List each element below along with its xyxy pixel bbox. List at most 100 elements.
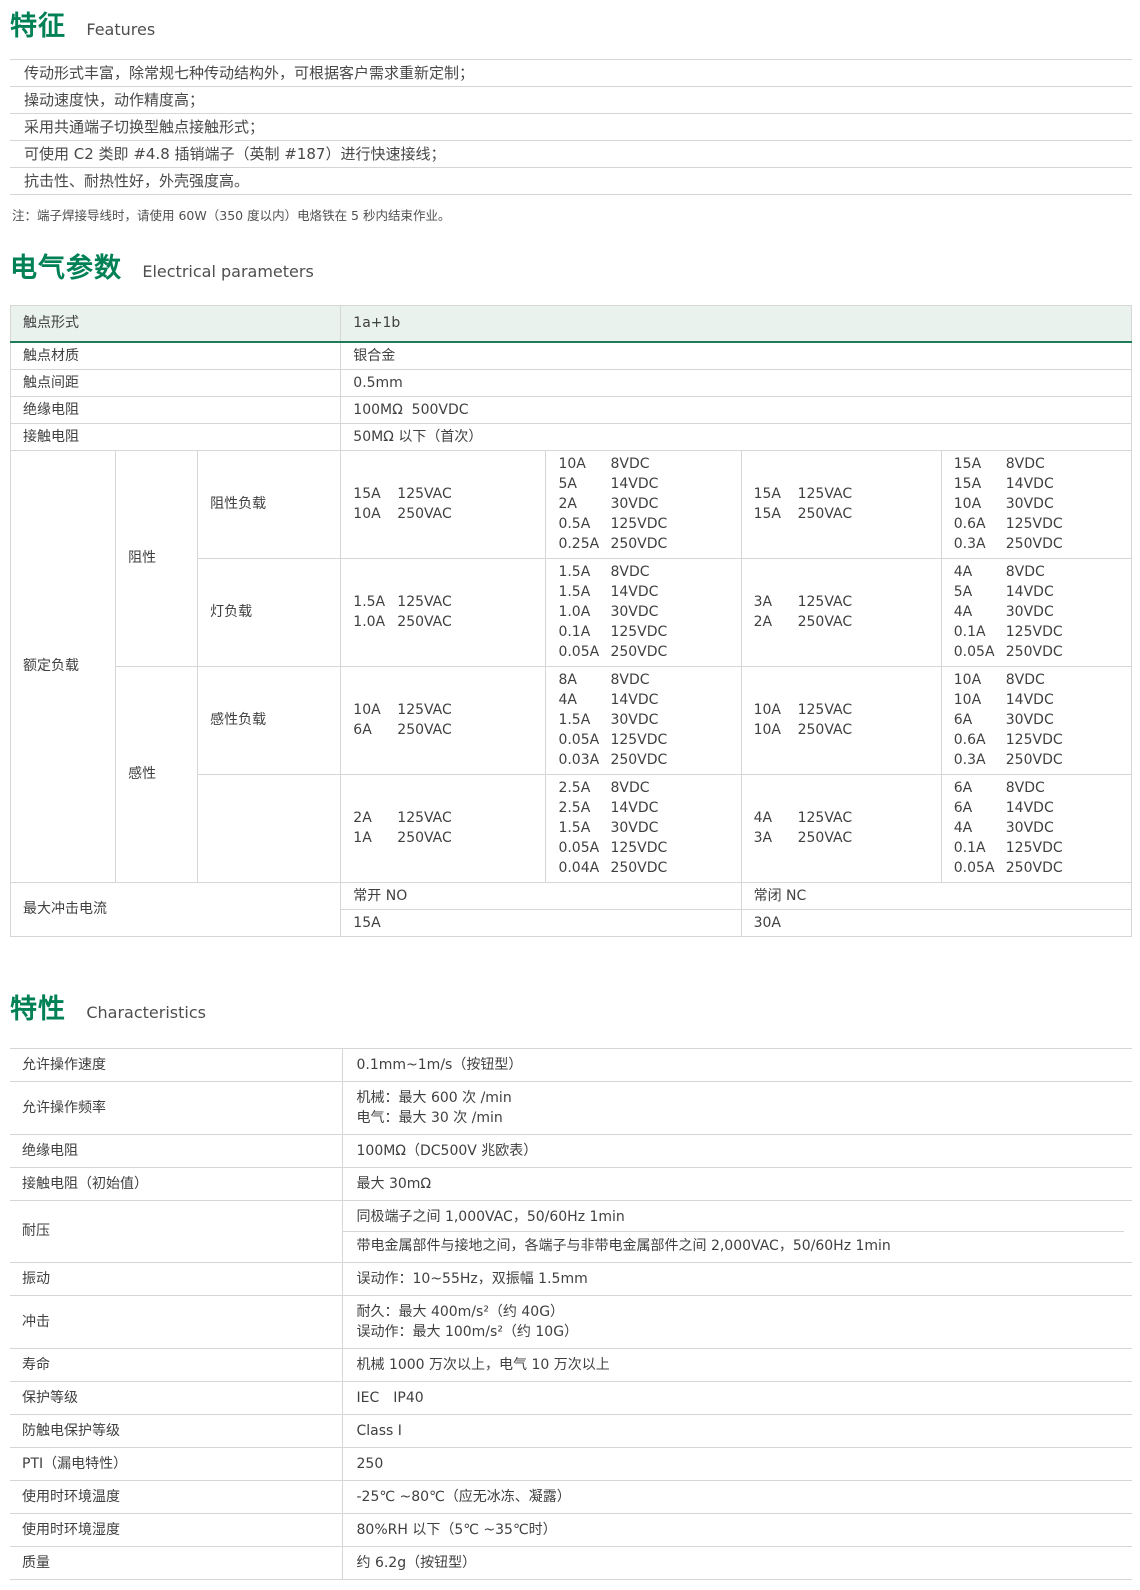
inrush-no-value: 15A [341,909,741,936]
load-type-label [198,774,341,882]
electrical-title-zh: 电气参数 [10,253,122,284]
param-label: 接触电阻 [11,423,341,450]
feature-row: 抗击性、耐热性好，外壳强度高。 [10,168,1132,195]
load-ac1-cell: 1.5A125VAC1.0A250VAC [341,558,546,666]
param-value: 0.1mm~1m/s（按钮型） [342,1048,1132,1081]
rated-load-label: 额定负载 [11,450,116,882]
characteristics-title: 特性 Characteristics [10,991,1130,1032]
solder-note: 注：端子焊接导线时，请使用 60W（350 度以内）电烙铁在 5 秒内结束作业。 [12,205,1130,224]
table-header-row: 触点形式 1a+1b [11,306,1132,342]
features-section: 特征 Features 传动形式丰富，除常规七种传动结构外，可根据客户需求重新定… [10,8,1130,224]
param-value: 100MΩ（DC500V 兆欧表） [342,1134,1132,1167]
load-ac1-cell: 2A125VAC1A250VAC [341,774,546,882]
param-label: 绝缘电阻 [10,1134,342,1167]
characteristics-title-en: Characteristics [86,1003,206,1022]
load-dc1-cell: 2.5A8VDC2.5A14VDC1.5A30VDC0.05A125VDC0.0… [546,774,741,882]
characteristics-table: 允许操作速度 0.1mm~1m/s（按钮型） 允许操作频率 机械：最大 600 … [10,1048,1132,1580]
datasheet-page: 特征 Features 传动形式丰富，除常规七种传动结构外，可根据客户需求重新定… [0,0,1140,1590]
param-value: 100MΩ 500VDC [341,396,1132,423]
inrush-no-label: 常开 NO [341,882,741,909]
table-row: 允许操作速度 0.1mm~1m/s（按钮型） [10,1048,1132,1081]
table-row: 振动 误动作：10~55Hz，双振幅 1.5mm [10,1262,1132,1295]
load-dc2-cell: 4A8VDC5A14VDC4A30VDC0.1A125VDC0.05A250VD… [941,558,1131,666]
load-dc1-cell: 10A8VDC5A14VDC2A30VDC0.5A125VDC0.25A250V… [546,450,741,558]
table-row: 耐压 同极端子之间 1,000VAC，50/60Hz 1min带电金属部件与接地… [10,1200,1132,1262]
param-value: IEC IP40 [342,1381,1132,1414]
table-row: 质量 约 6.2g（按钮型） [10,1546,1132,1579]
rated-load-row: 感性 感性负载 10A125VAC6A250VAC 8A8VDC4A14VDC1… [11,666,1132,774]
param-value: 80%RH 以下（5℃ ~35℃时） [342,1513,1132,1546]
load-dc2-cell: 10A8VDC10A14VDC6A30VDC0.6A125VDC0.3A250V… [941,666,1131,774]
param-label: 允许操作频率 [10,1081,342,1134]
param-value: 50MΩ 以下（首次） [341,423,1132,450]
load-ac2-cell: 3A125VAC2A250VAC [741,558,941,666]
param-value: -25℃ ~80℃（应无冰冻、凝露） [342,1480,1132,1513]
table-row: 寿命 机械 1000 万次以上，电气 10 万次以上 [10,1348,1132,1381]
param-label: 冲击 [10,1295,342,1348]
features-title-zh: 特征 [10,11,66,42]
feature-row: 可使用 C2 类即 #4.8 插销端子（英制 #187）进行快速接线； [10,141,1132,168]
feature-row: 操动速度快，动作精度高； [10,87,1132,114]
electrical-title: 电气参数 Electrical parameters [10,250,1130,291]
load-type-label: 感性负载 [198,666,341,774]
load-dc1-cell: 8A8VDC4A14VDC1.5A30VDC0.05A125VDC0.03A25… [546,666,741,774]
contact-form-label: 触点形式 [11,306,341,342]
feature-item: 抗击性、耐热性好，外壳强度高。 [10,168,1132,195]
characteristics-section: 特性 Characteristics 允许操作速度 0.1mm~1m/s（按钮型… [10,991,1130,1580]
param-label: 触点间距 [11,369,341,396]
contact-form-value: 1a+1b [341,306,1132,342]
param-value: 约 6.2g（按钮型） [342,1546,1132,1579]
load-ac1-cell: 10A125VAC6A250VAC [341,666,546,774]
inrush-label: 最大冲击电流 [11,882,341,936]
load-group-label: 阻性 [116,450,198,666]
table-row: 防触电保护等级 Class Ⅰ [10,1414,1132,1447]
load-ac2-cell: 4A125VAC3A250VAC [741,774,941,882]
load-ac2-cell: 10A125VAC10A250VAC [741,666,941,774]
param-value: 耐久：最大 400m/s²（约 40G）误动作：最大 100m/s²（约 10G… [342,1295,1132,1348]
load-ac1-cell: 15A125VAC10A250VAC [341,450,546,558]
electrical-title-en: Electrical parameters [142,262,313,281]
param-label: 耐压 [10,1200,342,1262]
features-table: 传动形式丰富，除常规七种传动结构外，可根据客户需求重新定制； 操动速度快，动作精… [10,59,1132,195]
load-dc1-cell: 1.5A8VDC1.5A14VDC1.0A30VDC0.1A125VDC0.05… [546,558,741,666]
feature-row: 传动形式丰富，除常规七种传动结构外，可根据客户需求重新定制； [10,60,1132,87]
param-value: 误动作：10~55Hz，双振幅 1.5mm [342,1262,1132,1295]
param-label: 保护等级 [10,1381,342,1414]
param-label: 防触电保护等级 [10,1414,342,1447]
param-label: 允许操作速度 [10,1048,342,1081]
feature-row: 采用共通端子切换型触点接触形式； [10,114,1132,141]
table-row: 绝缘电阻 100MΩ 500VDC [11,396,1132,423]
features-title-en: Features [86,20,155,39]
table-row: 使用时环境温度 -25℃ ~80℃（应无冰冻、凝露） [10,1480,1132,1513]
table-row: PTI（漏电特性） 250 [10,1447,1132,1480]
feature-item: 操动速度快，动作精度高； [10,87,1132,114]
param-label: 接触电阻（初始值） [10,1167,342,1200]
load-type-label: 阻性负载 [198,450,341,558]
feature-item: 采用共通端子切换型触点接触形式； [10,114,1132,141]
param-label: 触点材质 [11,342,341,370]
param-value: 机械：最大 600 次 /min电气：最大 30 次 /min [342,1081,1132,1134]
inrush-row: 最大冲击电流 常开 NO 常闭 NC [11,882,1132,909]
param-label: 振动 [10,1262,342,1295]
param-value: 250 [342,1447,1132,1480]
param-value: 同极端子之间 1,000VAC，50/60Hz 1min带电金属部件与接地之间，… [342,1200,1132,1262]
load-dc2-cell: 15A8VDC15A14VDC10A30VDC0.6A125VDC0.3A250… [941,450,1131,558]
inrush-nc-label: 常闭 NC [741,882,1131,909]
param-label: PTI（漏电特性） [10,1447,342,1480]
table-row: 使用时环境湿度 80%RH 以下（5℃ ~35℃时） [10,1513,1132,1546]
load-type-label: 灯负载 [198,558,341,666]
param-label: 使用时环境湿度 [10,1513,342,1546]
table-row: 触点间距 0.5mm [11,369,1132,396]
load-group-label: 感性 [116,666,198,882]
table-row: 触点材质 银合金 [11,342,1132,370]
electrical-table: 触点形式 1a+1b 触点材质 银合金 触点间距 0.5mm 绝缘电阻 100M… [10,305,1132,937]
param-label: 质量 [10,1546,342,1579]
param-value: 0.5mm [341,369,1132,396]
table-row: 接触电阻 50MΩ 以下（首次） [11,423,1132,450]
param-value: 银合金 [341,342,1132,370]
param-value: 机械 1000 万次以上，电气 10 万次以上 [342,1348,1132,1381]
feature-item: 传动形式丰富，除常规七种传动结构外，可根据客户需求重新定制； [10,60,1132,87]
inrush-nc-value: 30A [741,909,1131,936]
table-row: 冲击 耐久：最大 400m/s²（约 40G）误动作：最大 100m/s²（约 … [10,1295,1132,1348]
param-label: 绝缘电阻 [11,396,341,423]
